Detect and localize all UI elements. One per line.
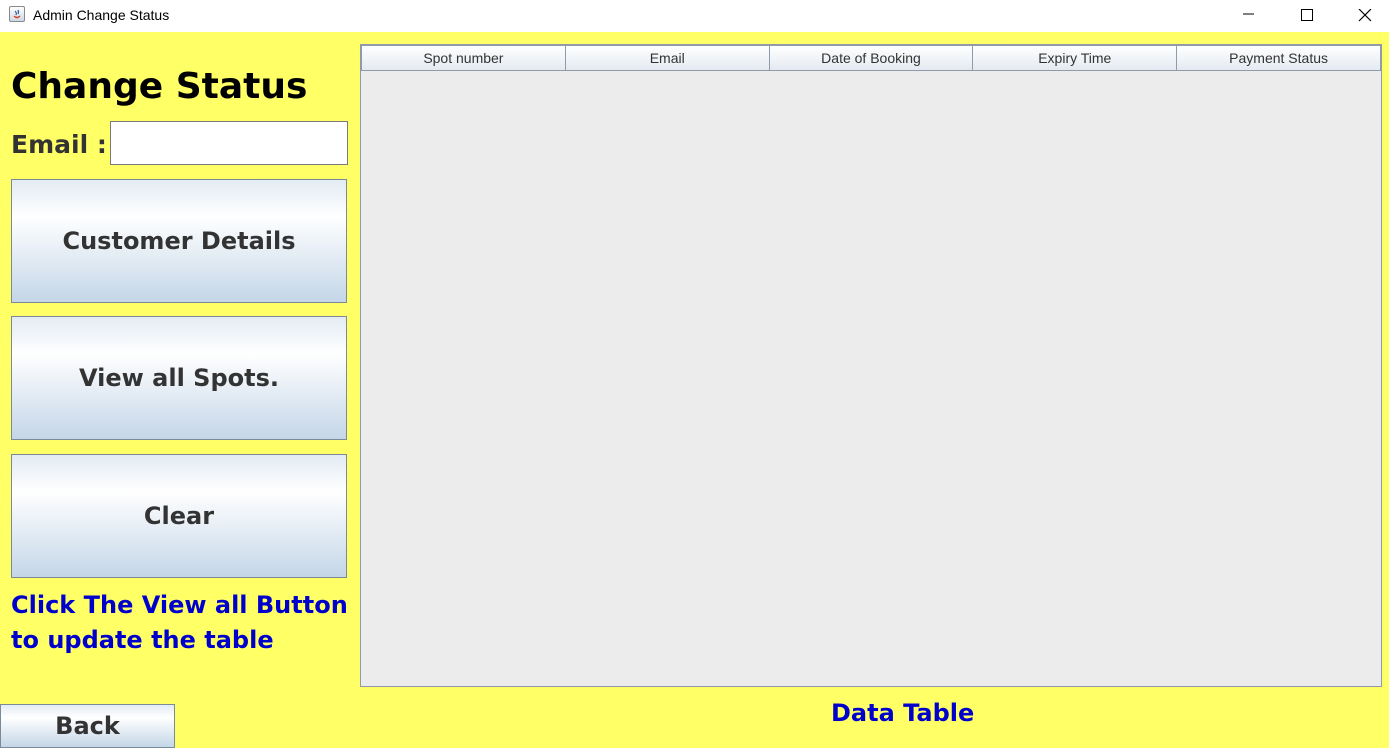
- column-header-spot-number[interactable]: Spot number: [361, 45, 566, 71]
- clear-button[interactable]: Clear: [11, 454, 347, 578]
- column-header-email[interactable]: Email: [565, 45, 770, 71]
- table-header: Spot number Email Date of Booking Expiry…: [361, 45, 1381, 71]
- minimize-icon: [1243, 13, 1254, 15]
- email-label: Email :: [11, 130, 107, 159]
- column-header-date-of-booking[interactable]: Date of Booking: [769, 45, 974, 71]
- column-header-expiry-time[interactable]: Expiry Time: [973, 45, 1178, 71]
- close-button[interactable]: [1336, 0, 1389, 32]
- maximize-button[interactable]: [1278, 0, 1336, 32]
- customer-details-button[interactable]: Customer Details: [11, 179, 347, 303]
- view-all-spots-button[interactable]: View all Spots.: [11, 316, 347, 440]
- data-table[interactable]: Spot number Email Date of Booking Expiry…: [360, 44, 1382, 687]
- title-bar: Admin Change Status: [0, 0, 1389, 32]
- maximize-icon: [1301, 9, 1313, 21]
- page-title: Change Status: [11, 66, 308, 107]
- table-body[interactable]: [361, 71, 1381, 686]
- email-field[interactable]: [110, 121, 348, 165]
- instruction-text: Click The View all Button to update the …: [11, 591, 348, 654]
- java-app-icon: [9, 6, 25, 22]
- window-title: Admin Change Status: [33, 7, 170, 23]
- table-caption: Data Table: [831, 699, 975, 727]
- column-header-payment-status[interactable]: Payment Status: [1177, 45, 1381, 71]
- back-button[interactable]: Back: [0, 704, 175, 748]
- close-icon: [1358, 9, 1372, 22]
- minimize-button[interactable]: [1220, 0, 1278, 32]
